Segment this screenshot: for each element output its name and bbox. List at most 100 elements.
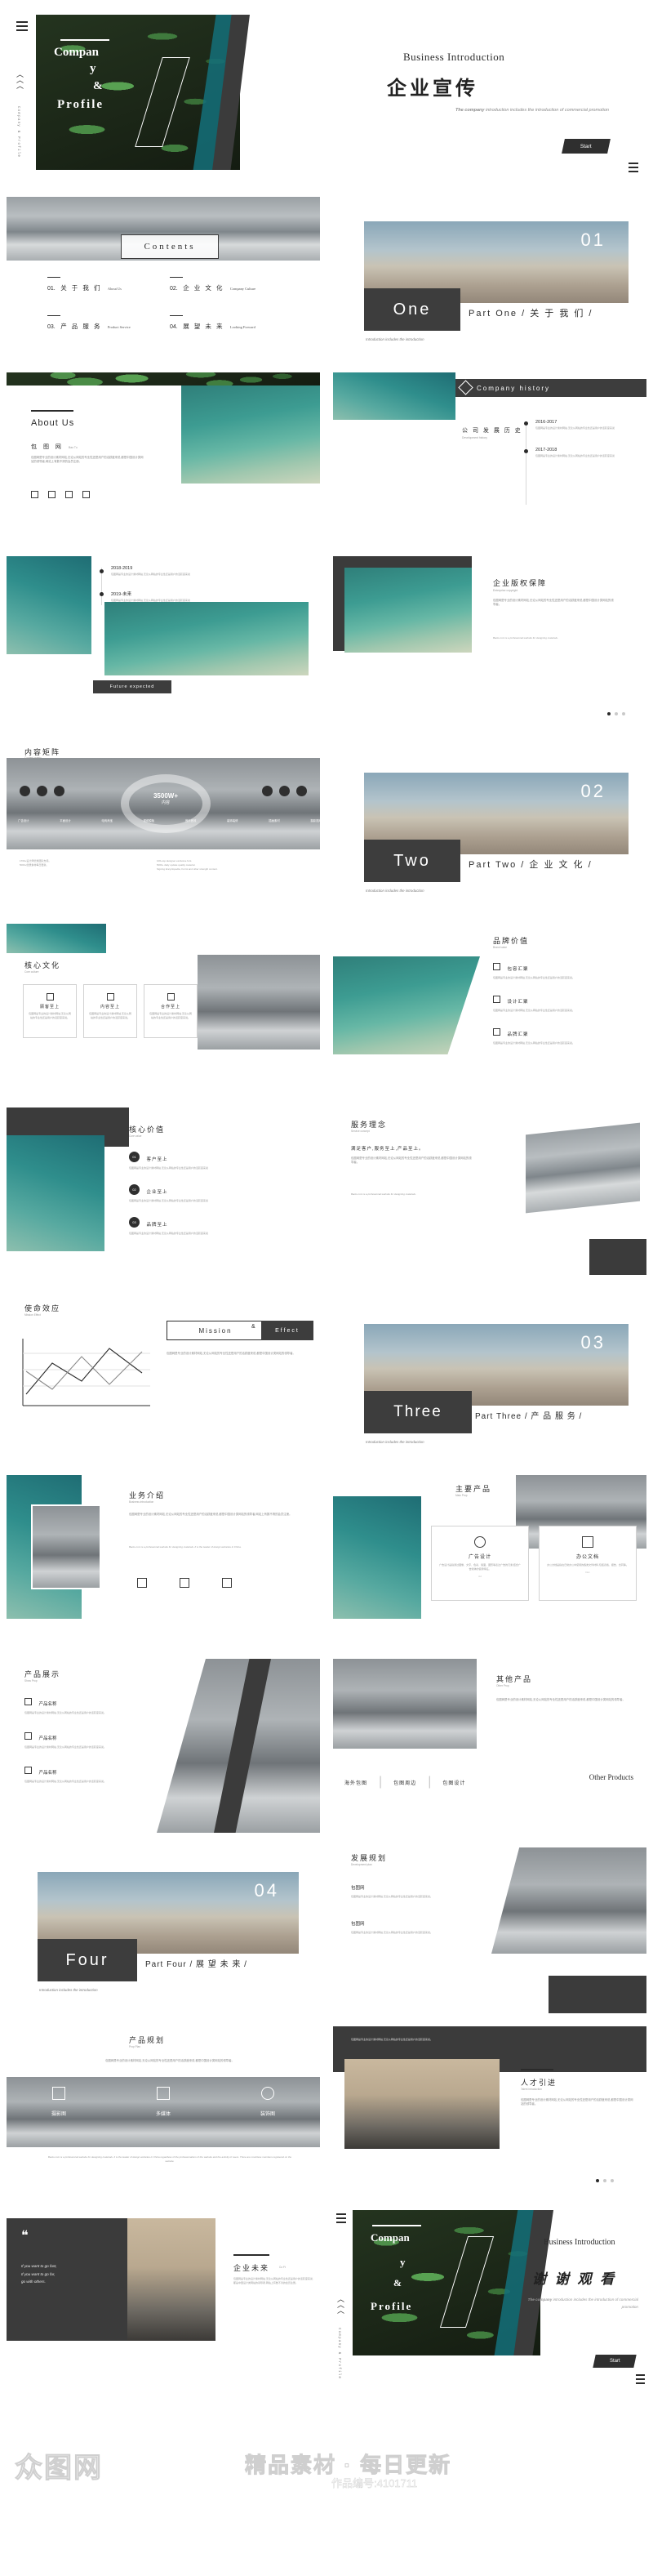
user-icon[interactable] [82,491,90,498]
slide-section-two[interactable]: ︿︿︿ Company & Profile 02 Two Part Two / … [326,735,653,919]
slide-brand-value[interactable]: 品牌价值 Brand value 包容汇聚 包图网是专业的设计素材网站,无论从网… [326,919,653,1103]
product-show-item[interactable]: 产品名称 包图网是专业的设计素材网站,无论从网站的专业性还是用户的活跃度来说。 [24,1695,147,1715]
contents-item[interactable]: 03. 产 品 服 务 Product Service [47,315,170,332]
matrix-node-dot[interactable] [20,786,30,796]
slide-core-value[interactable]: 核心价值 Core value 01 客户至上 包图网是专业的设计素材网站,无论… [0,1103,326,1286]
thanks-cover-title4: Profile [371,2300,413,2312]
product-show-item[interactable]: 产品名称 包图网是专业的设计素材网站,无论从网站的专业性还是用户的活跃度来说。 [24,1729,147,1749]
product-show-item[interactable]: 产品名称 包图网是专业的设计素材网站,无论从网站的专业性还是用户的活跃度来说。 [24,1763,147,1784]
slide-business-intro[interactable]: 业务介绍 Business introduction 包图网是专业的设计素材网站… [0,1470,326,1654]
product-show-item-body: 包图网是专业的设计素材网站,无论从网站的专业性还是用户的活跃度来说。 [24,1745,106,1749]
slide-future[interactable]: ❝ If you want to go fast, If you want to… [0,2205,326,2389]
dot[interactable] [603,2179,606,2182]
slide-section-one[interactable]: ︿︿︿ Company & Profile 01 One Part One / … [326,184,653,368]
matrix-node-dot[interactable] [279,786,290,796]
slide-company-history-2[interactable]: 2018-2019 包图网是专业的设计素材网站,无论从网站的专业性还是用户的活跃… [0,551,326,735]
brand-value-row[interactable]: 品牌汇聚 包图网是专业的设计素材网站,无论从网站的专业性还是用户的活跃度来说。 [493,1025,615,1045]
brand-value-row-body: 包图网是专业的设计素材网站,无论从网站的专业性还是用户的活跃度来说。 [493,976,575,979]
hamburger-icon [16,21,28,31]
carousel-dots[interactable] [607,712,625,715]
matrix-node-label: 广告设计 [18,819,29,822]
slide-core-culture[interactable]: 核心文化 Core culture 顾客至上 包图网是专业的设计素材网站,无论从… [0,919,326,1103]
slide-content-matrix[interactable]: 内容矩阵 Content matrix 3500W+ 内容 广告设计 平面设计 … [0,735,326,919]
service-body: 包图网是专业的设计素材网站,无论从网站的专业性还是用户的活跃度来说,都是中国设计… [351,1157,472,1165]
dev-plan-item[interactable]: 包图网 包图网是专业的设计素材网站,无论从网站的专业性还是用户的活跃度来说。 [351,1879,473,1899]
product-plan-tile[interactable]: 摄影图 [51,2087,66,2119]
core-value-row[interactable]: 02 企业至上 包图网是专业的设计素材网站,无论从网站的专业性还是用户的活跃度来… [129,1183,276,1203]
mission-panel-b: Effect [261,1321,313,1340]
history-entry-text: 包图网是专业的设计素材网站,无论从网站的专业性还是用户的活跃度来说 [111,573,190,576]
history-dot [100,592,104,596]
slide-cover[interactable]: ︿ ︿ ︿ Company & Profile Compan y & Profile… [0,0,653,184]
dot[interactable] [611,2179,614,2182]
other-products-title: 其他产品 [496,1675,533,1683]
slide-company-history[interactable]: Company history 公 司 发 展 历 史 Development … [326,368,653,551]
business-body: 包图网是专业的设计素材网站,无论从网站的专业性还是用户的活跃度来说,都是中国设计… [129,1513,292,1516]
dot[interactable] [615,712,618,715]
image-icon[interactable] [31,491,38,498]
contents-item[interactable]: 02. 企 业 文 化 Company Culture [170,277,292,294]
dot[interactable] [622,712,625,715]
chevrons-up-icon: ︿ ︿ ︿ [16,70,24,90]
slide-row-4: 2018-2019 包图网是专业的设计素材网站,无论从网站的专业性还是用户的活跃… [0,551,653,735]
matrix-node-dot[interactable] [37,786,47,796]
slide-contents[interactable]: Contents 01. 关 于 我 们 About Us 02. 企 业 文 … [0,184,326,368]
core-value-row[interactable]: 01 客户至上 包图网是专业的设计素材网站,无论从网站的专业性还是用户的活跃度来… [129,1150,276,1170]
slide-other-products[interactable]: 其他产品 Other Prop 包图网是专业的设计素材网站,无论从网站的专业性还… [326,1654,653,1838]
contents-item[interactable]: 01. 关 于 我 们 About Us [47,277,170,294]
product-card[interactable]: 办公文档 办公文档是指在日常办公中使用的各类文件材料,包括表格、报告、合同等。 … [539,1526,637,1601]
product-plan-tile[interactable]: 装饰图 [260,2087,275,2119]
matrix-node-dot[interactable] [296,786,307,796]
image-icon[interactable] [137,1578,147,1588]
contents-item-cn: 产 品 服 务 [60,323,102,331]
copyright-sub: Enterprise copyright [493,589,518,592]
matrix-center: 3500W+ 内容 [144,792,188,805]
product-plan-tile[interactable]: 多媒体 [156,2087,171,2119]
future-photo [127,2218,215,2341]
other-products-photo [333,1659,477,1749]
user-icon[interactable] [222,1578,232,1588]
matrix-node-dot[interactable] [262,786,273,796]
slide-section-four[interactable]: ︿︿︿ Company & Profile 04 Four Part Four … [0,1838,326,2021]
slide-copyright[interactable]: 企业版权保障 Enterprise copyright 包图网是专业的设计素材网… [326,551,653,735]
cover-footer-hamburger-icon [629,163,638,172]
slide-section-three[interactable]: ︿︿︿ Company & Profile 03 Three Part Thre… [326,1286,653,1470]
history2-photo-left [7,556,91,654]
product-show-item-title: 产品名称 [38,1702,57,1707]
core-value-row[interactable]: 03 品牌至上 包图网是专业的设计素材网站,无论从网站的专业性还是用户的活跃度来… [129,1215,276,1236]
dev-plan-item[interactable]: 包图网 包图网是专业的设计素材网站,无论从网站的专业性还是用户的活跃度来说。 [351,1914,473,1935]
matrix-node-dot[interactable] [54,786,64,796]
chevrons-up-icon: ︿ ︿ ︿ [337,2295,345,2315]
slide-dev-plan[interactable]: 发展规划 Development plan 包图网 包图网是专业的设计素材网站,… [326,1838,653,2021]
video-icon[interactable] [180,1578,189,1588]
tab-around[interactable]: 包图周边 [393,1779,416,1786]
tab-overseas[interactable]: 海外包图 [344,1779,367,1786]
thanks-subtitle-strong: The company [527,2297,553,2302]
slide-product-show[interactable]: 产品展示 Show Prop 产品名称 包图网是专业的设计素材网站,无论从网站的… [0,1654,326,1838]
talent-carousel-dots[interactable] [596,2179,614,2182]
doc-icon[interactable] [65,491,73,498]
culture-card[interactable]: 内容至上 包图网是专业的设计素材网站,无论从网站的专业性还是用户的活跃度来说。 [83,984,137,1038]
dot-active[interactable] [596,2179,599,2182]
brand-value-row[interactable]: 包容汇聚 包图网是专业的设计素材网站,无论从网站的专业性还是用户的活跃度来说。 [493,960,615,980]
slide-service-idea[interactable]: 服务理念 Service concept 满足客户,服务至上,产品至上。 包图网… [326,1103,653,1286]
culture-card[interactable]: 顾客至上 包图网是专业的设计素材网站,无论从网站的专业性还是用户的活跃度来说。 [23,984,77,1038]
dot-active[interactable] [607,712,611,715]
tab-design[interactable]: 包图设计 [442,1779,465,1786]
slide-mission[interactable]: 使命效应 Mission Effect Mission & Effect 包图网… [0,1286,326,1470]
culture-card[interactable]: 合作至上 包图网是专业的设计素材网站,无论从网站的专业性还是用户的活跃度来说。 [144,984,198,1038]
video-icon[interactable] [48,491,56,498]
slide-product-plan[interactable]: 产品规划 Prop Plan 包图网是专业的设计素材网站,无论从网站的专业性还是… [0,2021,326,2205]
people-icon [167,993,175,1001]
thanks-start-button[interactable]: Start [593,2355,637,2368]
contents-item[interactable]: 04. 展 望 未 来 Looking Forward [170,315,292,332]
dev-plan-dark-block [549,1976,646,2013]
brand-value-row[interactable]: 设计汇聚 包图网是专业的设计素材网站,无论从网站的专业性还是用户的活跃度来说。 [493,992,615,1013]
slide-about-us[interactable]: About Us 包 图 网 Bao Tu 包图网是专业的设计素材网站,无论从网… [0,368,326,551]
cover-start-button[interactable]: Start [562,139,611,154]
service-sub: Service concept [351,1130,370,1133]
slide-thanks[interactable]: ︿ ︿ ︿ Company & Profile Compan y & Profile… [326,2205,653,2389]
slide-main-products[interactable]: 主要产品 Main Prop 广告设计 广告设计是指通过图像、文字、色彩、版面、… [326,1470,653,1654]
product-card[interactable]: 广告设计 广告设计是指通过图像、文字、色彩、版面、图形等表达广告的元素,结合广告… [431,1526,529,1601]
slide-talent[interactable]: 包图网是专业的设计素材网站,无论从网站的专业性还是用户的活跃度来说。 人才引进 … [326,2021,653,2205]
